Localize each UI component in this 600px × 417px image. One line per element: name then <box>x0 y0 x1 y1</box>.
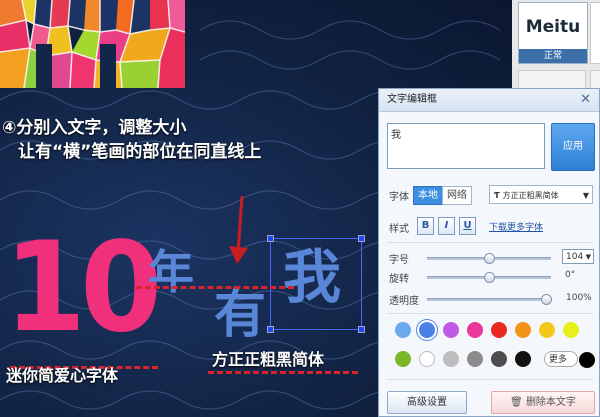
size-slider-knob[interactable] <box>484 253 495 264</box>
underline-button[interactable]: U <box>459 217 476 235</box>
current-color-swatch <box>579 352 595 368</box>
size-slider[interactable] <box>427 253 551 264</box>
color-swatch[interactable] <box>395 322 411 338</box>
template-thumb-normal[interactable]: Meitu 正常 <box>518 2 588 64</box>
apply-button[interactable]: 应用 <box>551 123 595 171</box>
template-thumb-next[interactable] <box>590 2 600 64</box>
opacity-slider[interactable] <box>427 294 552 305</box>
bold-button[interactable]: B <box>417 217 434 235</box>
color-swatch[interactable] <box>419 351 435 367</box>
opacity-value: 100% <box>566 293 592 303</box>
rotate-label: 旋转 <box>389 274 409 285</box>
color-swatch[interactable] <box>515 351 531 367</box>
chevron-down-icon: ▼ <box>582 191 589 200</box>
color-swatch[interactable] <box>539 322 555 338</box>
font-type-icon: Ƭ <box>494 191 500 200</box>
color-swatch[interactable] <box>515 322 531 338</box>
tab-font-local[interactable]: 本地 <box>413 186 443 205</box>
char-you: 有 <box>214 285 267 345</box>
big-number-10: 10 <box>4 214 162 360</box>
red-arrow-annotation <box>229 195 248 264</box>
divider <box>387 313 593 314</box>
delete-text-label: 删除本文字 <box>525 397 576 408</box>
dialog-title: 文字编辑框 <box>387 94 437 105</box>
trash-icon: 🗑 <box>510 397 523 408</box>
instruction-line-1: ④分别入文字，调整大小 <box>2 118 187 138</box>
label-mini-font: 迷你简爱心字体 <box>6 366 119 385</box>
resize-handle-tl[interactable] <box>267 235 274 242</box>
color-swatch[interactable] <box>419 322 435 338</box>
instruction-text: ④分别入文字，调整大小 让有“横”笔画的部位在同直线上 <box>2 116 261 164</box>
more-colors-label: 更多 <box>549 355 568 365</box>
opacity-slider-knob[interactable] <box>541 294 552 305</box>
text-input[interactable]: 我 <box>387 123 545 169</box>
color-swatch[interactable] <box>491 351 507 367</box>
divider <box>387 379 593 380</box>
delete-text-button[interactable]: 🗑 删除本文字 <box>491 391 595 414</box>
chevron-down-icon: ▼ <box>585 253 591 261</box>
size-select[interactable]: 104 ▼ <box>562 249 594 264</box>
tab-font-network[interactable]: 网络 <box>442 186 472 205</box>
resize-handle-tr[interactable] <box>358 235 365 242</box>
template-thumb-row2b[interactable] <box>590 70 600 90</box>
thumb-caption: 正常 <box>519 49 587 63</box>
color-swatch[interactable] <box>395 351 411 367</box>
color-swatch[interactable] <box>563 322 579 338</box>
rotate-value: 0° <box>565 270 576 280</box>
color-swatch[interactable] <box>467 351 483 367</box>
color-swatch[interactable] <box>443 351 459 367</box>
font-dropdown[interactable]: Ƭ 方正正粗黑简体 ▼ <box>489 185 593 204</box>
size-label: 字号 <box>389 255 409 266</box>
resize-handle-bl[interactable] <box>267 326 274 333</box>
alignment-dash-line <box>136 286 294 289</box>
resize-handle-br[interactable] <box>358 326 365 333</box>
text-selection-box[interactable]: 我 <box>267 235 365 333</box>
advanced-settings-button[interactable]: 高级设置 <box>387 391 467 414</box>
rotate-slider[interactable] <box>427 272 551 283</box>
opacity-label: 透明度 <box>389 296 419 307</box>
style-label: 样式 <box>389 224 409 235</box>
font-label: 字体 <box>389 192 409 203</box>
color-swatch[interactable] <box>491 322 507 338</box>
dialog-titlebar[interactable]: 文字编辑框 ✕ <box>379 89 599 112</box>
char-nian: 年 <box>148 245 194 299</box>
rotate-slider-knob[interactable] <box>484 272 495 283</box>
color-swatch[interactable] <box>467 322 483 338</box>
divider <box>387 242 593 243</box>
template-thumb-row2a[interactable] <box>518 70 586 90</box>
download-more-fonts-link[interactable]: 下载更多字体 <box>489 220 543 233</box>
more-colors-button[interactable]: 更多 <box>544 351 595 368</box>
label-fangzheng-font: 方正正粗黑简体 <box>212 350 325 369</box>
italic-button[interactable]: I <box>438 217 455 235</box>
text-edit-dialog: 文字编辑框 ✕ 我 应用 字体 本地 网络 Ƭ 方正正粗黑简体 ▼ 样式 B I … <box>378 88 600 417</box>
close-icon[interactable]: ✕ <box>580 89 591 111</box>
color-swatch[interactable] <box>443 322 459 338</box>
underline-dash-right <box>208 371 358 374</box>
size-value: 104 <box>566 252 584 262</box>
thumb-text: Meitu <box>525 17 581 37</box>
char-wo: 我 <box>283 243 342 311</box>
instruction-line-2: 让有“横”笔画的部位在同直线上 <box>18 142 262 162</box>
font-selected-name: 方正正粗黑简体 <box>502 191 559 200</box>
mosaic-letter-graphic <box>0 0 185 88</box>
